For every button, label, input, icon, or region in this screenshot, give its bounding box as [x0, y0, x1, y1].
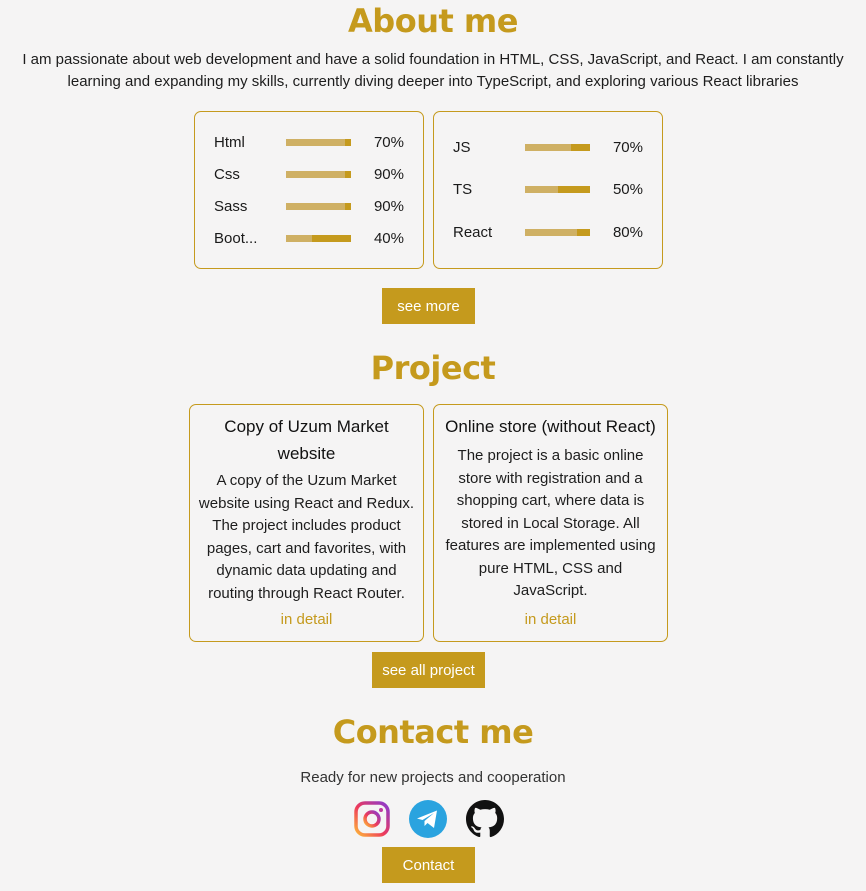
- contact-text: Ready for new projects and cooperation: [300, 769, 566, 786]
- skill-row: JS 70%: [434, 136, 662, 158]
- skill-progress-bar: [286, 138, 351, 146]
- about-text: I am passionate about web development an…: [22, 51, 844, 90]
- skill-progress-fill: [286, 202, 345, 210]
- project-card: Copy of Uzum Market website A copy of th…: [189, 404, 424, 642]
- skill-progress-bar: [525, 143, 590, 151]
- skill-row: Css 90%: [195, 163, 423, 185]
- skill-progress-fill: [525, 185, 558, 193]
- skill-name: Sass: [214, 197, 248, 215]
- in-detail-link[interactable]: in detail: [434, 611, 667, 628]
- project-name: Online store (without React): [445, 417, 656, 436]
- github-icon[interactable]: [466, 800, 504, 838]
- skill-name: TS: [453, 180, 473, 198]
- telegram-icon[interactable]: [409, 800, 447, 838]
- contact-title: Contact me: [332, 713, 534, 751]
- skill-percent: 40%: [373, 229, 404, 247]
- skill-percent: 70%: [373, 133, 404, 151]
- skill-percent: 90%: [373, 197, 404, 215]
- skill-progress-fill: [286, 138, 345, 146]
- project-description: The project is a basic online store with…: [445, 447, 656, 599]
- skill-percent: 80%: [612, 223, 643, 241]
- skill-row: Sass 90%: [195, 195, 423, 217]
- skill-progress-fill: [286, 170, 345, 178]
- skill-row: TS 50%: [434, 178, 662, 200]
- skill-row: Boot... 40%: [195, 227, 423, 249]
- skill-progress-fill: [525, 228, 577, 236]
- skill-progress-bar: [286, 170, 351, 178]
- skill-name: JS: [453, 138, 471, 156]
- skill-progress-bar: [525, 228, 590, 236]
- skill-progress-bar: [525, 185, 590, 193]
- skill-progress-bar: [286, 202, 351, 210]
- project-card: Online store (without React) The project…: [433, 404, 668, 642]
- skill-name: React: [453, 223, 493, 241]
- in-detail-link[interactable]: in detail: [190, 611, 423, 628]
- skill-percent: 50%: [612, 180, 643, 198]
- skill-progress-bar: [286, 234, 351, 242]
- project-description: A copy of the Uzum Market website using …: [198, 472, 415, 602]
- see-more-button[interactable]: see more: [382, 288, 475, 324]
- contact-button[interactable]: Contact: [382, 847, 475, 883]
- skill-row: React 80%: [434, 221, 662, 243]
- see-all-projects-button[interactable]: see all project: [372, 652, 485, 688]
- project-title: Project: [370, 349, 496, 387]
- skill-percent: 90%: [373, 165, 404, 183]
- about-title: About me: [348, 2, 518, 40]
- skill-row: Html 70%: [195, 131, 423, 153]
- skill-name: Boot...: [214, 229, 258, 247]
- skills-card-left: Html 70% Css 90% Sass 90% Boot... 40%: [194, 111, 424, 269]
- skill-percent: 70%: [612, 138, 643, 156]
- skill-progress-fill: [286, 234, 312, 242]
- skill-name: Html: [214, 133, 245, 151]
- project-name: Copy of Uzum Market website: [224, 417, 389, 463]
- skill-name: Css: [214, 165, 240, 183]
- skill-progress-fill: [525, 143, 571, 151]
- skills-card-right: JS 70% TS 50% React 80%: [433, 111, 663, 269]
- instagram-icon[interactable]: [353, 800, 391, 838]
